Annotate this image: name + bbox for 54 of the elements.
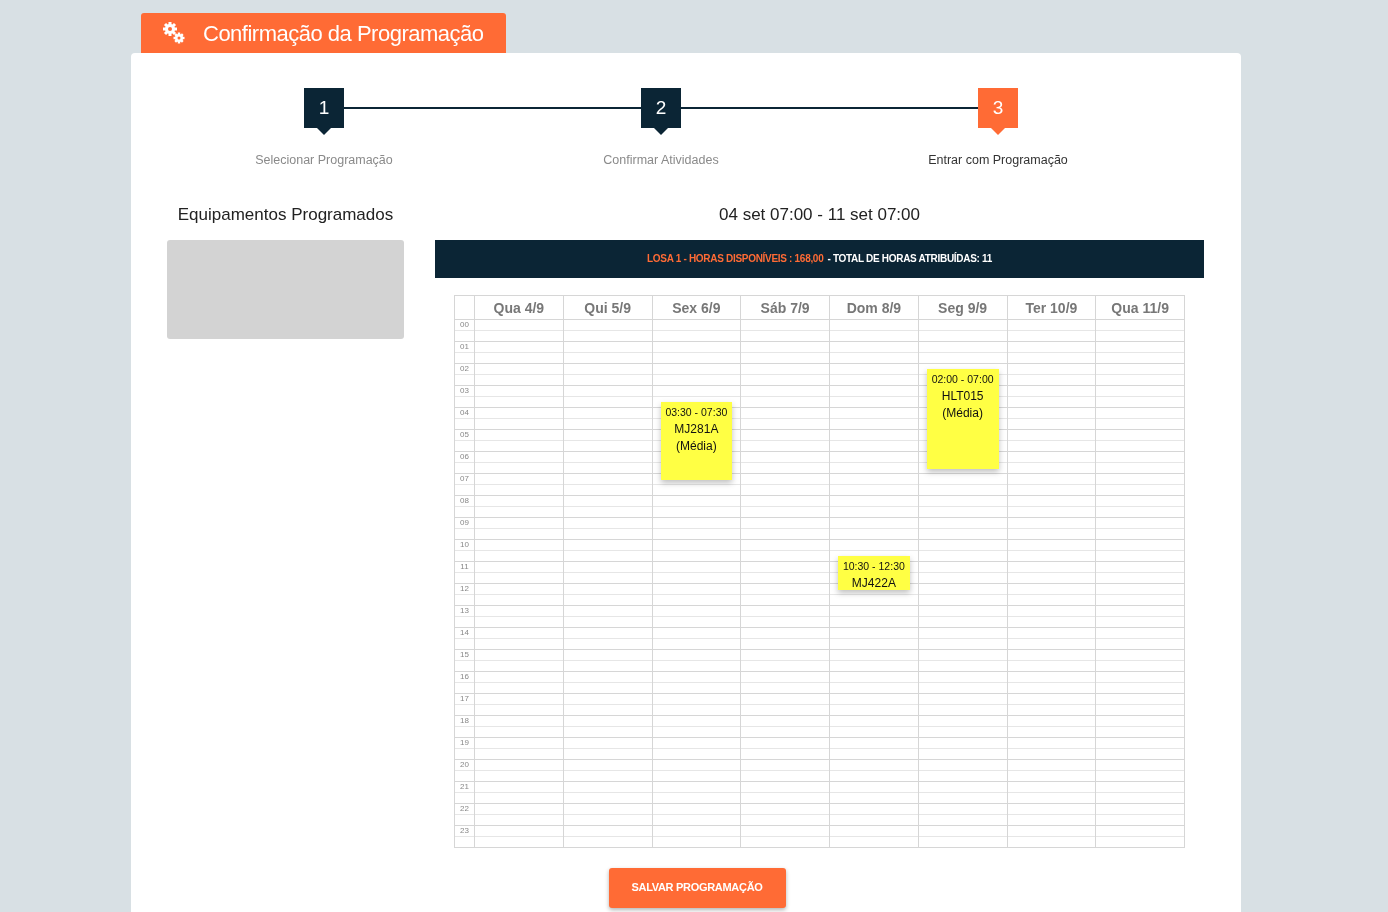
event-time: 02:00 - 07:00 [930, 371, 995, 387]
hour-label: 19 [459, 737, 470, 749]
hour-label: 18 [459, 715, 470, 727]
page-title: Confirmação da Programação [203, 19, 484, 48]
day-header: Sáb 7/9 [741, 295, 829, 320]
day-header: Qua 11/9 [1096, 295, 1184, 320]
panel-title: Equipamentos Programados [177, 205, 394, 224]
available-hours-text: LOSA 1 - HORAS DISPONÍVEIS : 168,00 [647, 251, 824, 266]
event-time: 10:30 - 12:30 [841, 558, 906, 574]
step-label: Selecionar Programação [255, 152, 393, 169]
event-card[interactable]: 03:30 - 07:30 MJ281A (Média) [660, 401, 733, 480]
hour-label: 05 [459, 429, 470, 441]
hour-label: 08 [459, 495, 470, 507]
day-header: Qui 5/9 [563, 295, 652, 320]
hour-label: 13 [459, 605, 470, 617]
hour-label: 16 [459, 671, 470, 683]
event-note: (Média) [675, 437, 718, 455]
day-header: Sex 6/9 [652, 295, 741, 320]
hour-label: 07 [459, 473, 470, 485]
step-marker[interactable]: 2 [641, 88, 681, 135]
assigned-hours-text: - TOTAL DE HORAS ATRIBUÍDAS: 11 [827, 251, 992, 266]
event-code: HLT015 [940, 387, 985, 405]
step-label: Confirmar Atividades [603, 152, 719, 169]
hour-label: 17 [459, 693, 470, 705]
event-note: (Média) [941, 404, 984, 422]
hour-label: 02 [459, 363, 470, 375]
event-time: 03:30 - 07:30 [664, 404, 729, 420]
hour-label: 21 [459, 781, 470, 793]
step-label: Entrar com Programação [928, 152, 1068, 169]
hour-label: 10 [459, 539, 470, 551]
hour-label: 00 [459, 319, 470, 331]
hour-label: 01 [459, 341, 470, 353]
date-range: 04 set 07:00 - 11 set 07:00 [719, 205, 920, 224]
day-header: Dom 8/9 [830, 295, 918, 320]
hour-label: 14 [459, 627, 470, 639]
hour-label: 15 [459, 649, 470, 661]
hour-label: 22 [459, 803, 470, 815]
event-card[interactable]: 10:30 - 12:30 MJ422A [838, 555, 910, 590]
hour-label: 23 [459, 825, 470, 837]
hour-label: 20 [459, 759, 470, 771]
hour-label: 03 [459, 385, 470, 397]
day-header: Qua 4/9 [475, 295, 563, 320]
hour-label: 04 [459, 407, 470, 419]
day-header: Seg 9/9 [918, 295, 1007, 320]
event-card[interactable]: 02:00 - 07:00 HLT015 (Média) [926, 368, 999, 469]
hour-label: 09 [459, 517, 470, 529]
gears-icon [161, 20, 187, 46]
step-marker[interactable]: 1 [304, 88, 344, 135]
hour-label: 06 [459, 451, 470, 463]
event-code: MJ422A [850, 574, 897, 590]
day-header: Ter 10/9 [1007, 295, 1096, 320]
hour-label: 11 [459, 561, 470, 573]
hour-label: 12 [459, 583, 470, 595]
event-code: MJ281A [673, 420, 720, 438]
